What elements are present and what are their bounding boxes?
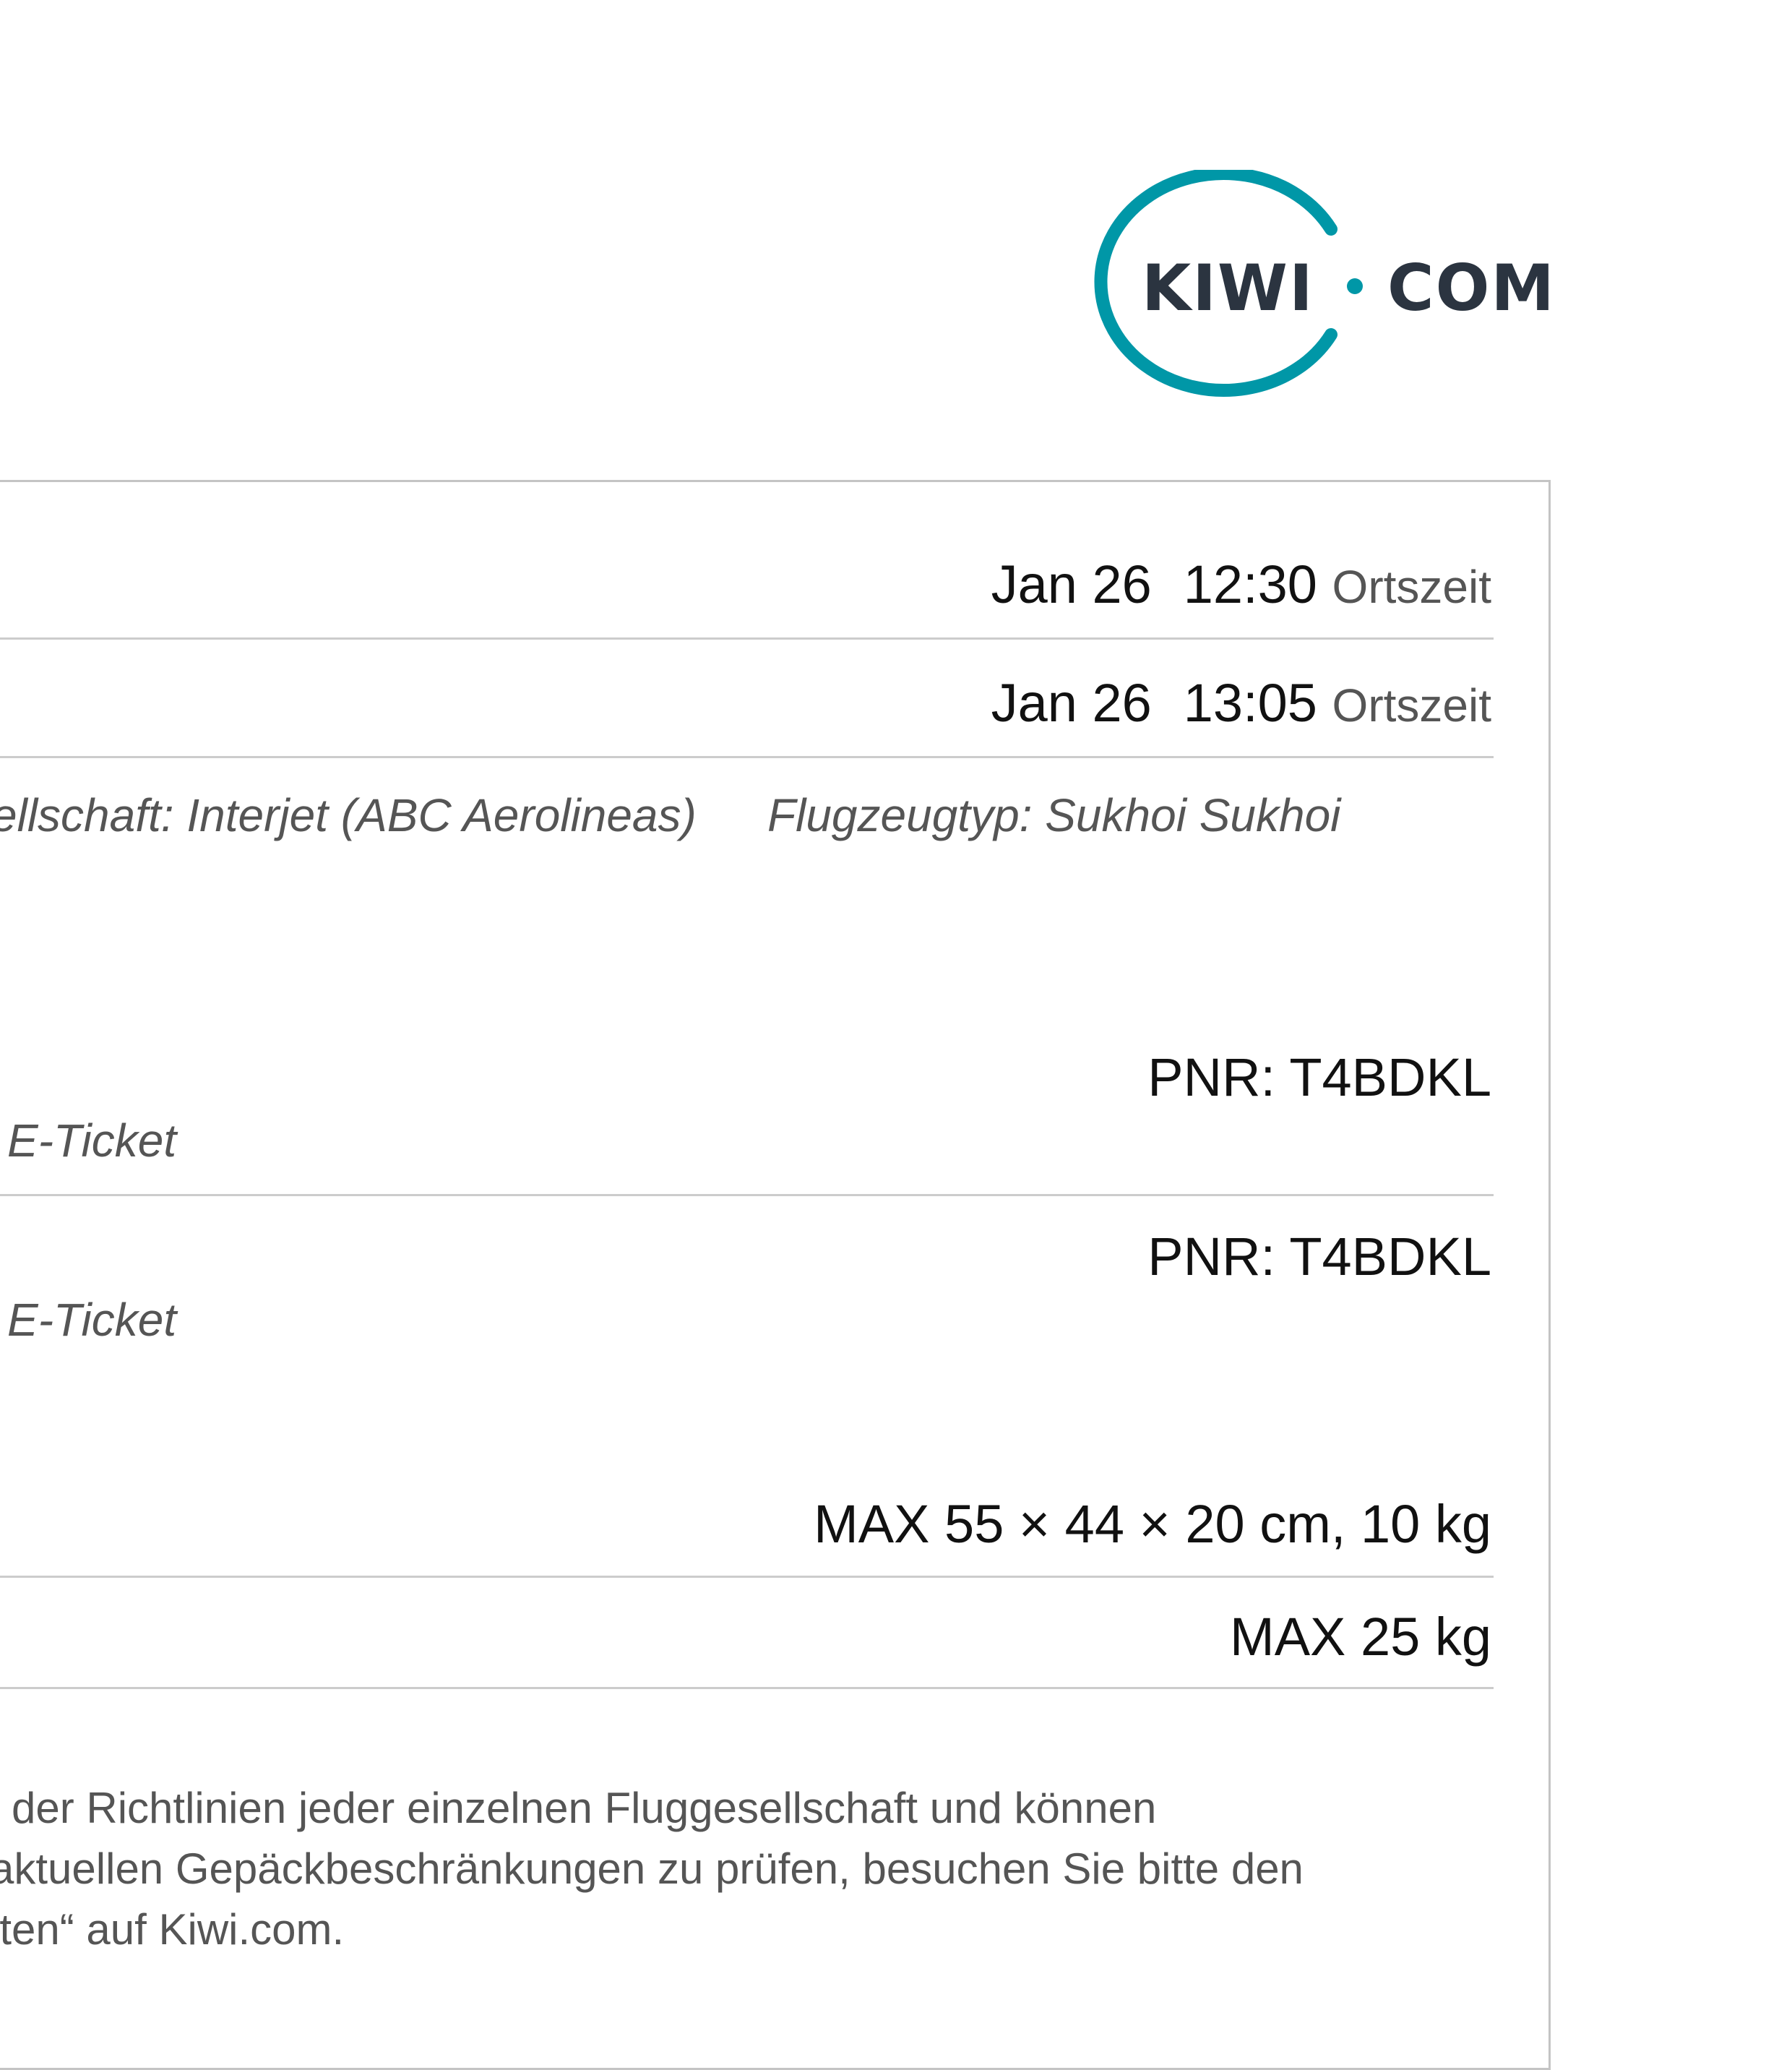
departure-datetime: Jan 26 12:30 Ortszeit — [991, 558, 1491, 611]
logo-com-text: COM — [1387, 251, 1556, 325]
arrival-datetime: Jan 26 13:05 Ortszeit — [991, 677, 1491, 730]
baggage-note: l der Richtlinien jeder einzelnen Flugge… — [0, 1778, 1533, 1960]
airline-info: ellschaft: Interjet (ABC Aerolineas) — [0, 789, 697, 841]
kiwi-logo: KIWI COM — [1091, 170, 1561, 401]
divider — [0, 1687, 1494, 1689]
departure-date: Jan 26 — [991, 554, 1152, 614]
ticket-type: E-Ticket — [7, 1294, 177, 1346]
divider — [0, 637, 1494, 640]
arrival-local-label: Ortszeit — [1332, 679, 1491, 731]
divider — [0, 756, 1494, 758]
checked-baggage-limit: MAX 25 kg — [1230, 1607, 1491, 1667]
logo-kiwi-text: KIWI — [1142, 251, 1314, 325]
ticket-type: E-Ticket — [7, 1115, 177, 1167]
baggage-note-line: aktuellen Gepäckbeschränkungen zu prüfen… — [0, 1844, 1304, 1893]
arrival-date: Jan 26 — [991, 673, 1152, 733]
baggage-note-line: l der Richtlinien jeder einzelnen Flugge… — [0, 1784, 1157, 1832]
pnr-code: PNR: T4BDKL — [1147, 1047, 1491, 1107]
divider — [0, 1194, 1494, 1196]
baggage-note-line: lten“ auf Kiwi.com. — [0, 1905, 345, 1954]
pnr-code: PNR: T4BDKL — [1147, 1227, 1491, 1287]
logo-dot-icon — [1347, 278, 1363, 294]
departure-time: 12:30 — [1183, 554, 1317, 614]
arrival-time: 13:05 — [1183, 673, 1317, 733]
departure-local-label: Ortszeit — [1332, 561, 1491, 613]
divider — [0, 1576, 1494, 1578]
aircraft-info: Flugzeugtyp: Sukhoi Sukhoi — [767, 789, 1341, 841]
cabin-baggage-limit: MAX 55 × 44 × 20 cm, 10 kg — [814, 1494, 1491, 1554]
